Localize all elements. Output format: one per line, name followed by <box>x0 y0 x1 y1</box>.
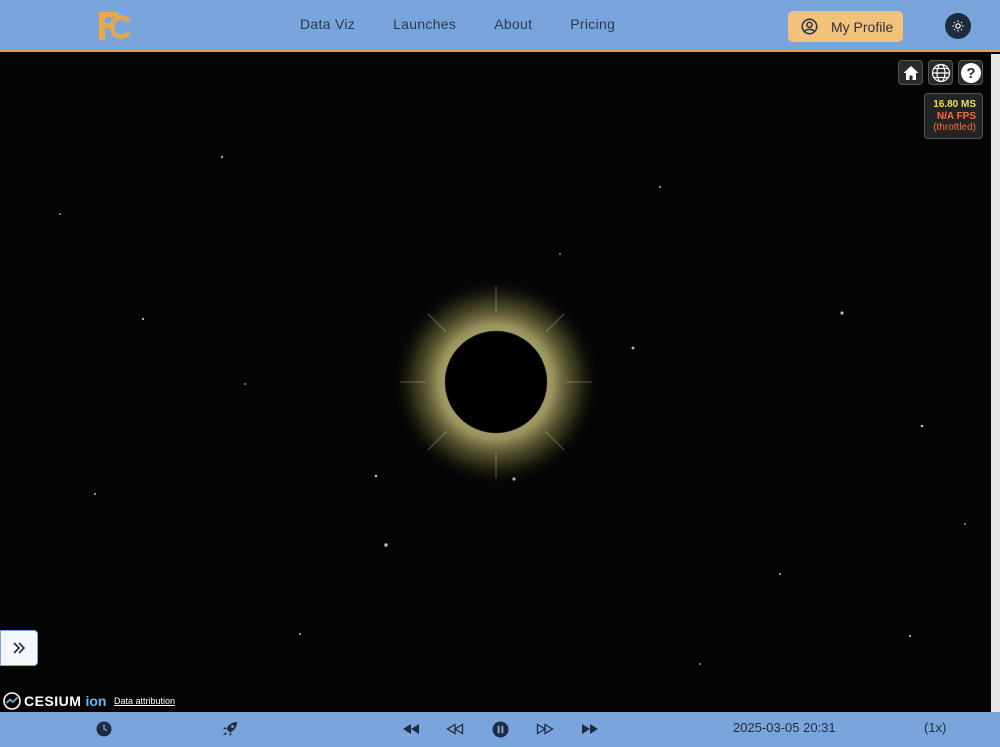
help-icon: ? <box>960 62 981 83</box>
skip-back-icon <box>403 724 419 734</box>
cesium-icon <box>3 692 21 710</box>
scene-mode-button[interactable] <box>928 60 953 85</box>
throttled-note: (throttled) <box>933 122 976 133</box>
rewind-button[interactable] <box>445 719 465 739</box>
sun-icon <box>952 20 964 32</box>
ion-wordmark: ion <box>85 693 107 709</box>
skip-forward-button[interactable] <box>580 719 600 739</box>
nav-link-launches[interactable]: Launches <box>393 16 456 32</box>
double-chevron-right-icon <box>13 642 26 654</box>
playback-speed[interactable]: (1x) <box>924 720 946 735</box>
playback-bar: 2025-03-05 20:31 (1x) <box>0 712 1000 747</box>
viewer-scrollbar[interactable] <box>991 54 1000 712</box>
skip-back-button[interactable] <box>401 719 421 739</box>
theme-toggle-button[interactable] <box>945 13 971 39</box>
fc-logo[interactable] <box>96 10 134 42</box>
pause-icon <box>492 721 508 737</box>
main-nav: Data Viz Launches About Pricing <box>300 16 653 32</box>
space-background <box>59 155 966 665</box>
nav-link-about[interactable]: About <box>494 16 532 32</box>
simulation-datetime[interactable]: 2025-03-05 20:31 <box>733 720 836 735</box>
fps-value: N/A FPS <box>936 110 976 122</box>
nav-link-data-viz[interactable]: Data Viz <box>300 16 355 32</box>
svg-text:?: ? <box>966 65 975 82</box>
top-navbar: Data Viz Launches About Pricing My Profi… <box>0 0 1000 52</box>
cesium-ion-logo[interactable]: CESIUM ion <box>3 692 106 710</box>
clock-icon <box>96 721 112 737</box>
fast-forward-button[interactable] <box>535 719 555 739</box>
rewind-icon <box>446 723 464 735</box>
data-attribution-link[interactable]: Data attribution <box>114 696 175 706</box>
launch-button[interactable] <box>220 719 240 739</box>
home-icon <box>903 65 918 80</box>
fast-forward-icon <box>536 723 554 735</box>
my-profile-button[interactable]: My Profile <box>788 11 903 42</box>
cesium-wordmark: CESIUM <box>24 693 82 709</box>
pause-button[interactable] <box>490 719 510 739</box>
user-circle-icon <box>801 18 818 35</box>
fps-display: 16.80 MS N/A FPS (throttled) <box>924 93 983 139</box>
frame-time: 16.80 MS <box>933 99 976 110</box>
globe-icon <box>931 63 950 82</box>
nav-link-pricing[interactable]: Pricing <box>570 16 615 32</box>
skip-forward-icon <box>582 724 598 734</box>
rocket-icon <box>223 722 237 736</box>
help-button[interactable]: ? <box>958 60 983 85</box>
expand-panel-button[interactable] <box>0 630 38 666</box>
cesium-viewer[interactable]: ? 16.80 MS N/A FPS (throttled) CESIUM io… <box>0 54 1000 712</box>
my-profile-label: My Profile <box>831 18 894 35</box>
clock-button[interactable] <box>94 719 114 739</box>
home-view-button[interactable] <box>898 60 923 85</box>
